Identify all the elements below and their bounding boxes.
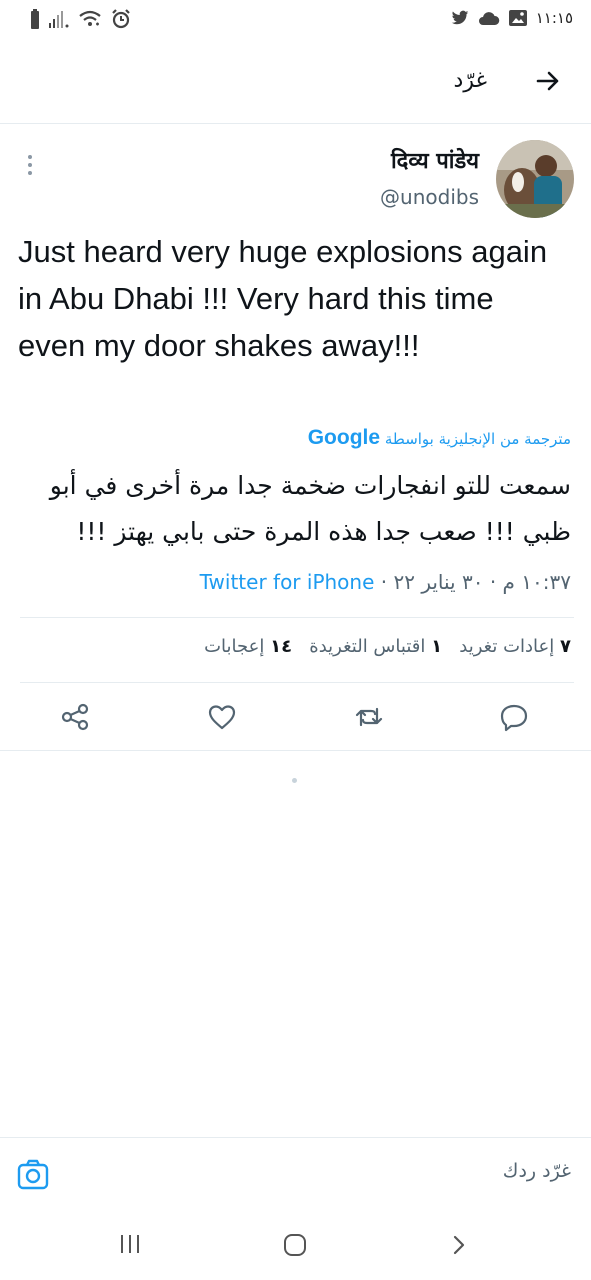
status-left-icons [30, 8, 132, 30]
back-icon[interactable] [450, 1234, 468, 1256]
alarm-icon [112, 9, 130, 29]
more-options-icon[interactable] [20, 150, 40, 180]
loading-dot [292, 778, 297, 783]
stats-divider [20, 682, 574, 683]
likes-label: إعجابات [204, 636, 265, 657]
quotes-stat[interactable]: ١ اقتباس التغريدة [309, 636, 442, 657]
likes-count: ١٤ [270, 636, 293, 657]
avatar-image [496, 140, 574, 218]
image-icon [508, 10, 527, 26]
retweet-icon[interactable] [353, 701, 385, 733]
camera-icon[interactable] [16, 1158, 50, 1192]
reply-input[interactable]: غرّد ردك [503, 1160, 571, 1182]
arrow-right-icon[interactable] [533, 66, 563, 96]
header-divider [0, 123, 591, 124]
actions-divider [0, 750, 591, 751]
avatar[interactable] [496, 140, 574, 218]
share-icon[interactable] [59, 701, 91, 733]
status-right-icons: ١١:١٥ [450, 9, 573, 27]
translated-text: سمعت للتو انفجارات ضخمة جدا مرة أخرى في … [49, 471, 571, 546]
author-handle[interactable]: @unodibs [380, 185, 479, 209]
tweet-timestamp[interactable]: ١٠:٣٧ م · ٣٠ يناير ٢٢ · [381, 570, 571, 594]
quotes-count: ١ [431, 636, 443, 657]
tweet-text: Just heard very huge explosions again in… [18, 234, 548, 363]
like-icon[interactable] [206, 701, 238, 733]
tweet-source[interactable]: Twitter for iPhone [200, 570, 375, 594]
cloud-icon [478, 12, 499, 25]
google-logo: Google [307, 426, 381, 449]
meta-divider [20, 617, 574, 618]
twitter-bird-icon [451, 10, 468, 25]
reply-icon[interactable] [498, 701, 530, 733]
home-icon[interactable] [283, 1233, 307, 1257]
battery-icon [31, 9, 39, 29]
wifi-icon [79, 10, 101, 26]
retweets-count: ٧ [560, 636, 571, 657]
retweets-stat[interactable]: ٧ إعادات تغريد [459, 636, 571, 657]
tweet-meta: ١٠:٣٧ م · ٣٠ يناير ٢٢ · Twitter for iPho… [200, 570, 571, 594]
signal-icon [49, 11, 69, 28]
reply-divider [0, 1137, 591, 1138]
recent-apps-icon[interactable] [118, 1233, 142, 1255]
clock: ١١:١٥ [535, 9, 573, 27]
translation-attribution[interactable]: مترجمة من الإنجليزية بواسطة Google [308, 426, 571, 450]
author-name[interactable]: दिव्य पांडेय [391, 145, 479, 175]
status-bar: ١١:١٥ [0, 0, 591, 42]
retweets-label: إعادات تغريد [459, 636, 555, 657]
page-title: غرّد [453, 68, 487, 93]
translation-prefix: مترجمة من الإنجليزية بواسطة [384, 430, 571, 448]
tweet-stats: ٧ إعادات تغريد ١ اقتباس التغريدة ١٤ إعجا… [204, 636, 571, 657]
quotes-label: اقتباس التغريدة [309, 636, 426, 657]
likes-stat[interactable]: ١٤ إعجابات [204, 636, 292, 657]
